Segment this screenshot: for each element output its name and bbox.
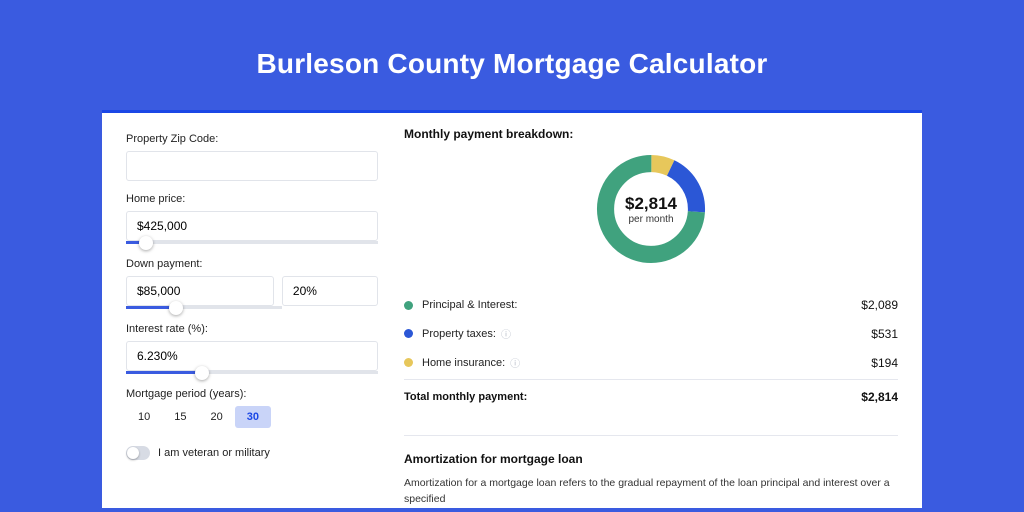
amortization-section: Amortization for mortgage loan Amortizat… [404,435,898,508]
slider-thumb[interactable] [139,236,153,250]
period-30-button[interactable]: 30 [235,406,271,428]
legend-row-insurance: Home insurance: ⓘ $194 [404,348,898,377]
page-title: Burleson County Mortgage Calculator [0,0,1024,80]
slider-fill [126,371,202,374]
dot-icon [404,358,413,367]
period-10-button[interactable]: 10 [126,406,162,428]
legend-value: $194 [871,356,898,370]
legend: Principal & Interest: $2,089 Property ta… [404,291,898,411]
legend-value: $531 [871,327,898,341]
donut-center-sub: per month [628,214,673,225]
total-value: $2,814 [861,390,898,404]
home-price-label: Home price: [126,193,378,205]
interest-rate-input[interactable] [126,341,378,371]
period-15-button[interactable]: 15 [162,406,198,428]
slider-thumb[interactable] [169,301,183,315]
legend-value: $2,089 [861,298,898,312]
home-price-slider[interactable] [126,241,378,244]
zip-input[interactable] [126,151,378,181]
home-price-input[interactable] [126,211,378,241]
period-20-button[interactable]: 20 [199,406,235,428]
slider-thumb[interactable] [195,366,209,380]
legend-label: Principal & Interest: [422,299,517,311]
donut-center-amount: $2,814 [625,194,677,214]
interest-rate-slider[interactable] [126,371,378,374]
down-payment-slider[interactable] [126,306,282,309]
period-button-group: 10 15 20 30 [126,406,378,428]
form-panel: Property Zip Code: Home price: Down paym… [126,127,386,508]
breakdown-title: Monthly payment breakdown: [404,127,898,141]
down-payment-pct-input[interactable] [282,276,378,306]
legend-label: Property taxes: [422,328,496,340]
veteran-label: I am veteran or military [158,447,270,459]
results-panel: Monthly payment breakdown: $2,814 per mo… [386,127,898,508]
dot-icon [404,329,413,338]
amort-text: Amortization for a mortgage loan refers … [404,476,898,508]
legend-label: Home insurance: [422,357,505,369]
veteran-toggle[interactable] [126,446,150,460]
legend-row-total: Total monthly payment: $2,814 [404,379,898,411]
down-payment-input[interactable] [126,276,274,306]
info-icon[interactable]: ⓘ [510,355,520,370]
zip-label: Property Zip Code: [126,133,378,145]
period-label: Mortgage period (years): [126,388,378,400]
donut-chart: $2,814 per month [591,149,711,269]
info-icon[interactable]: ⓘ [501,326,511,341]
legend-row-principal: Principal & Interest: $2,089 [404,291,898,319]
calculator-card: Property Zip Code: Home price: Down paym… [102,110,922,508]
legend-row-taxes: Property taxes: ⓘ $531 [404,319,898,348]
total-label: Total monthly payment: [404,391,527,403]
interest-rate-label: Interest rate (%): [126,323,378,335]
amort-title: Amortization for mortgage loan [404,452,898,466]
down-payment-label: Down payment: [126,258,378,270]
dot-icon [404,301,413,310]
